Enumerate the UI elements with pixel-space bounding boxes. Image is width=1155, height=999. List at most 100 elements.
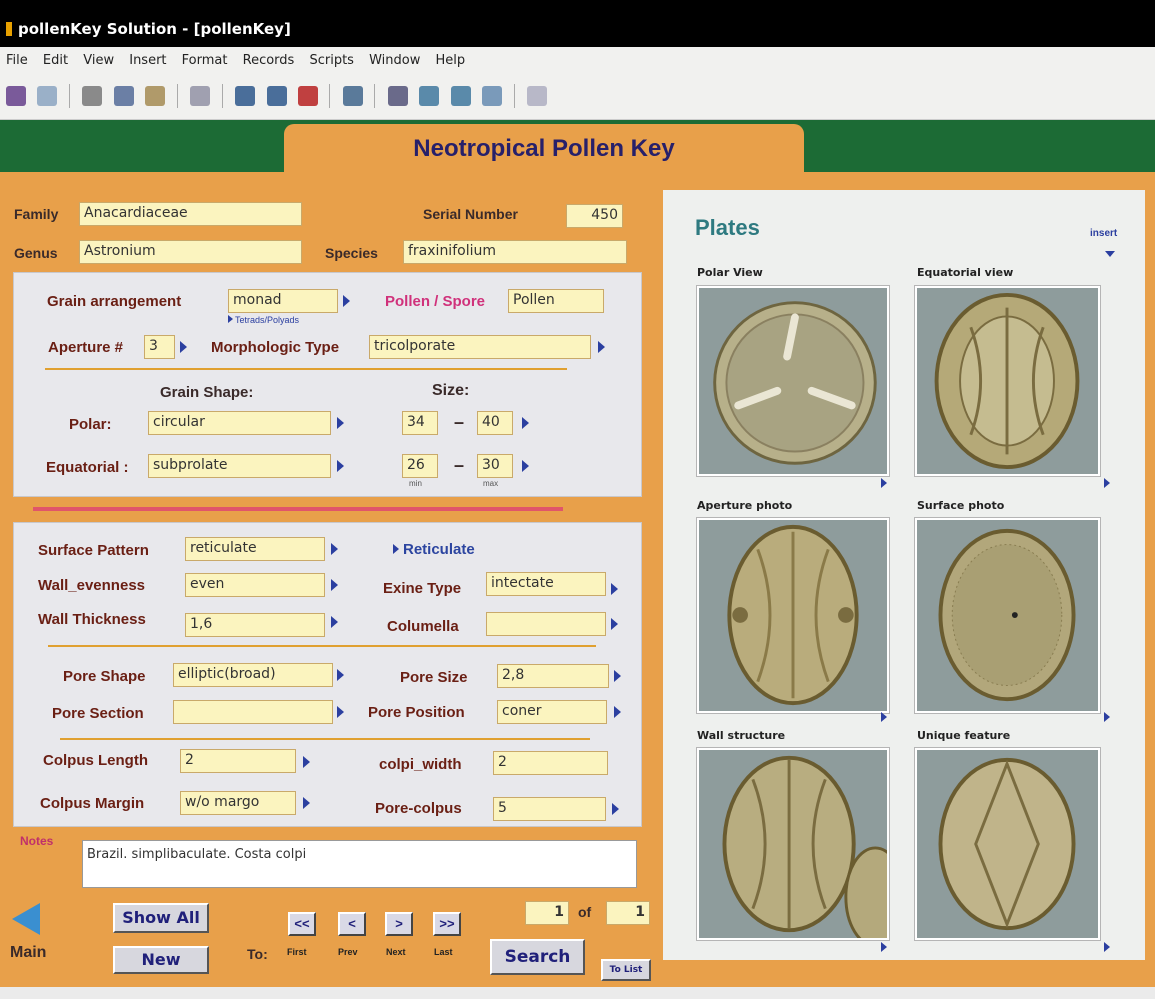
pollen-spore-field[interactable]: Pollen: [508, 289, 604, 313]
main-label[interactable]: Main: [10, 944, 46, 962]
spellcheck-icon[interactable]: [37, 86, 58, 106]
polar-shape-arrow-icon[interactable]: [337, 417, 344, 429]
polar-shape-field[interactable]: circular: [148, 411, 331, 435]
equatorial-shape-arrow-icon[interactable]: [337, 460, 344, 472]
surface-photo[interactable]: [914, 517, 1101, 714]
colpus-margin-field[interactable]: w/o margo: [180, 791, 296, 815]
undo-icon[interactable]: [190, 86, 211, 106]
first-record-button[interactable]: <<: [288, 912, 316, 936]
print-icon[interactable]: [6, 86, 26, 106]
insert-dropdown-icon[interactable]: [1105, 251, 1115, 257]
to-list-button[interactable]: To List: [601, 959, 651, 981]
polar-view-arrow-icon[interactable]: [881, 478, 887, 488]
colpus-length-arrow-icon[interactable]: [303, 756, 310, 768]
new-record-icon[interactable]: [235, 86, 256, 106]
menu-records[interactable]: Records: [243, 53, 295, 68]
exine-type-arrow-icon[interactable]: [611, 583, 618, 595]
grain-arrangement-field[interactable]: monad: [228, 289, 338, 313]
morphologic-type-arrow-icon[interactable]: [598, 341, 605, 353]
menu-file[interactable]: File: [6, 53, 28, 68]
pore-section-arrow-icon[interactable]: [337, 706, 344, 718]
family-field[interactable]: Anacardiaceae: [79, 202, 302, 226]
menu-scripts[interactable]: Scripts: [309, 53, 353, 68]
search-button[interactable]: Search: [490, 939, 585, 975]
surface-pattern-label: Surface Pattern: [38, 542, 149, 559]
equatorial-view-arrow-icon[interactable]: [1104, 478, 1110, 488]
surface-pattern-arrow-icon[interactable]: [331, 543, 338, 555]
paste-icon[interactable]: [145, 86, 166, 106]
menu-window[interactable]: Window: [369, 53, 420, 68]
tetrads-link[interactable]: Tetrads/Polyads: [228, 315, 299, 325]
equatorial-size-arrow-icon[interactable]: [522, 460, 529, 472]
pore-colpus-arrow-icon[interactable]: [612, 803, 619, 815]
columella-arrow-icon[interactable]: [611, 618, 618, 630]
polar-size-arrow-icon[interactable]: [522, 417, 529, 429]
genus-field[interactable]: Astronium: [79, 240, 302, 264]
equatorial-min-field[interactable]: 26: [402, 454, 438, 478]
exine-type-field[interactable]: intectate: [486, 572, 606, 596]
aperture-photo[interactable]: [696, 517, 890, 714]
pore-shape-field[interactable]: elliptic(broad): [173, 663, 333, 687]
aperture-photo-arrow-icon[interactable]: [881, 712, 887, 722]
wall-thickness-field[interactable]: 1,6: [185, 613, 325, 637]
wall-structure-arrow-icon[interactable]: [881, 942, 887, 952]
grain-arrangement-arrow-icon[interactable]: [343, 295, 350, 307]
polar-max-field[interactable]: 40: [477, 411, 513, 435]
aperture-arrow-icon[interactable]: [180, 341, 187, 353]
menu-edit[interactable]: Edit: [43, 53, 68, 68]
prev-record-button[interactable]: <: [338, 912, 366, 936]
morphologic-type-field[interactable]: tricolporate: [369, 335, 591, 359]
find-omitted-icon[interactable]: [482, 86, 503, 106]
colpus-length-field[interactable]: 2: [180, 749, 296, 773]
colpus-margin-arrow-icon[interactable]: [303, 797, 310, 809]
pore-size-arrow-icon[interactable]: [614, 670, 621, 682]
menu-help[interactable]: Help: [436, 53, 466, 68]
main-back-arrow-icon[interactable]: [12, 903, 40, 935]
wall-thickness-arrow-icon[interactable]: [331, 616, 338, 628]
last-record-button[interactable]: >>: [433, 912, 461, 936]
unique-feature-arrow-icon[interactable]: [1104, 942, 1110, 952]
species-field[interactable]: fraxinifolium: [403, 240, 627, 264]
toolbar: [0, 75, 1155, 120]
equatorial-max-field[interactable]: 30: [477, 454, 513, 478]
new-button[interactable]: New: [113, 946, 209, 974]
find-icon[interactable]: [387, 86, 408, 106]
delete-record-icon[interactable]: [297, 86, 318, 106]
polar-view-photo[interactable]: [696, 285, 890, 477]
pore-position-arrow-icon[interactable]: [614, 706, 621, 718]
notes-field[interactable]: Brazil. simplibaculate. Costa colpi: [82, 840, 637, 888]
reticulate-link[interactable]: Reticulate: [393, 541, 475, 558]
help-icon[interactable]: [527, 86, 548, 106]
show-all-icon[interactable]: [419, 86, 440, 106]
pore-shape-arrow-icon[interactable]: [337, 669, 344, 681]
columella-field[interactable]: [486, 612, 606, 636]
pore-position-field[interactable]: coner: [497, 700, 607, 724]
cut-icon[interactable]: [82, 86, 103, 106]
colpi-width-field[interactable]: 2: [493, 751, 608, 775]
insert-link[interactable]: insert: [1090, 228, 1117, 239]
unique-feature-photo[interactable]: [914, 747, 1101, 941]
copy-icon[interactable]: [113, 86, 134, 106]
surface-photo-arrow-icon[interactable]: [1104, 712, 1110, 722]
pore-section-field[interactable]: [173, 700, 333, 724]
menu-view[interactable]: View: [83, 53, 114, 68]
menu-format[interactable]: Format: [182, 53, 228, 68]
polar-min-field[interactable]: 34: [402, 411, 438, 435]
serial-number-field[interactable]: 450: [566, 204, 623, 228]
surface-pattern-field[interactable]: reticulate: [185, 537, 325, 561]
sort-icon[interactable]: [342, 86, 363, 106]
equatorial-view-photo[interactable]: [914, 285, 1101, 477]
wall-evenness-arrow-icon[interactable]: [331, 579, 338, 591]
show-all-button[interactable]: Show All: [113, 903, 209, 933]
current-record-field[interactable]: 1: [525, 901, 569, 925]
duplicate-record-icon[interactable]: [266, 86, 287, 106]
pore-colpus-field[interactable]: 5: [493, 797, 606, 821]
omit-icon[interactable]: [450, 86, 471, 106]
wall-structure-photo[interactable]: [696, 747, 890, 941]
equatorial-shape-field[interactable]: subprolate: [148, 454, 331, 478]
next-record-button[interactable]: >: [385, 912, 413, 936]
menu-insert[interactable]: Insert: [129, 53, 166, 68]
aperture-field[interactable]: 3: [144, 335, 175, 359]
pore-size-field[interactable]: 2,8: [497, 664, 609, 688]
wall-evenness-field[interactable]: even: [185, 573, 325, 597]
